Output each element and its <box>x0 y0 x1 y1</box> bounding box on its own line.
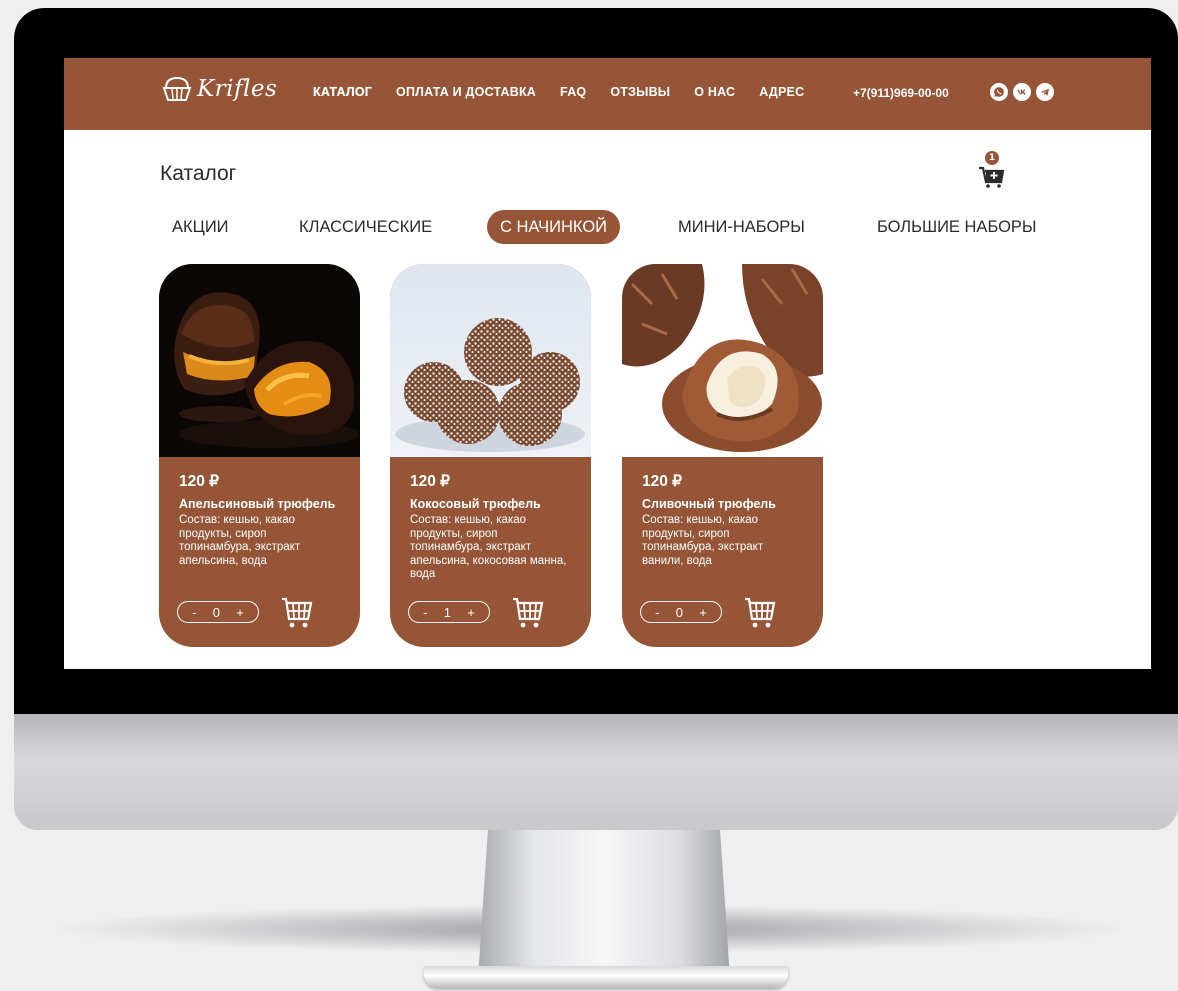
nav-item-address[interactable]: АДРЕС <box>759 85 804 99</box>
product-info: 120 ₽ Сливочный трюфель Состав: кешью, к… <box>642 472 817 568</box>
site-header: Krifles КАТАЛОГ ОПЛАТА И ДОСТАВКА FAQ ОТ… <box>64 58 1151 130</box>
tab-classic[interactable]: КЛАССИЧЕСКИЕ <box>299 210 432 244</box>
add-to-cart-icon[interactable] <box>744 596 776 630</box>
tab-large-sets[interactable]: БОЛЬШИЕ НАБОРЫ <box>877 210 1037 244</box>
product-name: Апельсиновый трюфель <box>179 497 336 511</box>
logo-text: Krifles <box>197 76 278 102</box>
product-info: 120 ₽ Кокосовый трюфель Состав: кешью, к… <box>410 472 585 582</box>
nav-item-reviews[interactable]: ОТЗЫВЫ <box>610 85 670 99</box>
quantity-stepper: - 1 + <box>408 601 490 623</box>
cart-icon <box>979 166 1005 188</box>
coconut-truffle-image <box>390 264 591 457</box>
phone-number[interactable]: +7(911)969-00-00 <box>853 86 949 100</box>
page-title: Каталог <box>160 162 237 185</box>
product-description: Состав: кешью, какао продукты, сироп топ… <box>642 514 764 567</box>
header-cart[interactable]: 1 <box>976 151 1006 191</box>
logo[interactable]: Krifles <box>160 72 277 106</box>
product-name: Сливочный трюфель <box>642 497 776 511</box>
product-price: 120 ₽ <box>410 473 451 490</box>
quantity-stepper: - 0 + <box>640 601 722 623</box>
add-to-cart-icon[interactable] <box>512 596 544 630</box>
category-tabs: АКЦИИ КЛАССИЧЕСКИЕ С НАЧИНКОЙ МИНИ-НАБОР… <box>64 210 1151 246</box>
nav-item-payment-delivery[interactable]: ОПЛАТА И ДОСТАВКА <box>396 85 536 99</box>
cupcake-icon <box>162 76 192 101</box>
qty-decrease-button[interactable]: - <box>423 605 427 620</box>
monitor-stand-neck <box>478 828 730 978</box>
qty-increase-button[interactable]: + <box>699 605 707 620</box>
telegram-icon[interactable] <box>1036 83 1054 101</box>
monitor-chin <box>14 714 1178 830</box>
nav-item-about[interactable]: О НАС <box>694 85 735 99</box>
qty-increase-button[interactable]: + <box>236 605 244 620</box>
main-nav: КАТАЛОГ ОПЛАТА И ДОСТАВКА FAQ ОТЗЫВЫ О Н… <box>313 85 828 99</box>
product-name: Кокосовый трюфель <box>410 497 541 511</box>
product-card-orange-truffle: 120 ₽ Апельсиновый трюфель Состав: кешью… <box>159 264 360 647</box>
nav-item-faq[interactable]: FAQ <box>560 85 586 99</box>
qty-value: 0 <box>212 604 220 620</box>
product-price: 120 ₽ <box>642 473 683 490</box>
quantity-stepper: - 0 + <box>177 601 259 623</box>
orange-truffle-image <box>159 264 360 457</box>
social-links <box>990 83 1054 101</box>
product-info: 120 ₽ Апельсиновый трюфель Состав: кешью… <box>179 472 354 568</box>
nav-item-catalog[interactable]: КАТАЛОГ <box>313 85 372 99</box>
add-to-cart-icon[interactable] <box>281 596 313 630</box>
product-price: 120 ₽ <box>179 473 220 490</box>
screen: Krifles КАТАЛОГ ОПЛАТА И ДОСТАВКА FAQ ОТ… <box>64 58 1151 669</box>
monitor-stand-foot <box>424 966 788 988</box>
product-description: Состав: кешью, какао продукты, сироп топ… <box>410 514 567 581</box>
product-description: Состав: кешью, какао продукты, сироп топ… <box>179 514 301 567</box>
qty-value: 0 <box>675 604 683 620</box>
whatsapp-icon[interactable] <box>990 83 1008 101</box>
product-card-coconut-truffle: 120 ₽ Кокосовый трюфель Состав: кешью, к… <box>390 264 591 647</box>
cream-truffle-image <box>622 264 823 457</box>
product-card-cream-truffle: 120 ₽ Сливочный трюфель Состав: кешью, к… <box>622 264 823 647</box>
qty-increase-button[interactable]: + <box>467 605 475 620</box>
tab-promotions[interactable]: АКЦИИ <box>172 210 229 244</box>
qty-value: 1 <box>443 604 451 620</box>
qty-decrease-button[interactable]: - <box>655 605 659 620</box>
qty-decrease-button[interactable]: - <box>192 605 196 620</box>
vk-icon[interactable] <box>1013 83 1031 101</box>
tab-with-filling[interactable]: С НАЧИНКОЙ <box>487 210 621 244</box>
tab-mini-sets[interactable]: МИНИ-НАБОРЫ <box>678 210 805 244</box>
